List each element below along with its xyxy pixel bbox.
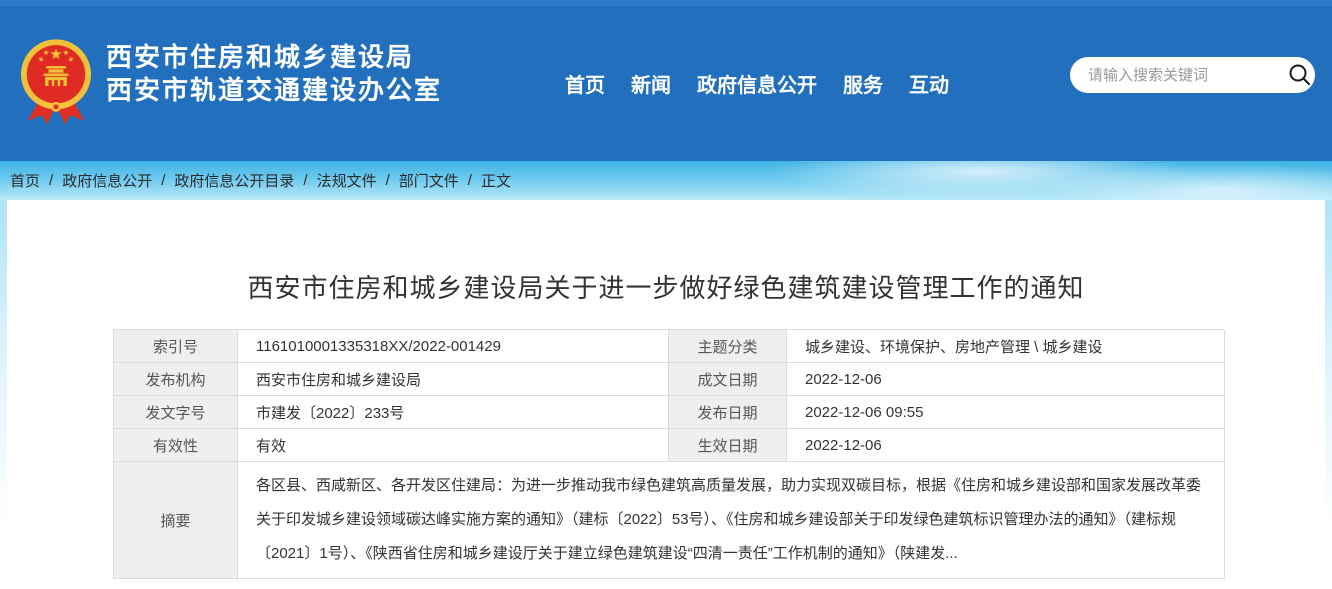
- site-header: 西安市住房和城乡建设局 西安市轨道交通建设办公室 首页 新闻 政府信息公开 服务…: [0, 0, 1332, 161]
- meta-label-validity: 有效性: [114, 429, 238, 462]
- site-title-line2: 西安市轨道交通建设办公室: [106, 74, 442, 107]
- nav-gov-info-disclosure[interactable]: 政府信息公开: [697, 69, 817, 98]
- nav-interaction[interactable]: 互动: [909, 69, 949, 98]
- search-button[interactable]: [1287, 57, 1315, 93]
- site-title: 西安市住房和城乡建设局 西安市轨道交通建设办公室: [106, 41, 442, 107]
- meta-label-publish-date: 发布日期: [669, 396, 787, 429]
- search-box: [1070, 57, 1315, 93]
- meta-value-abstract: 各区县、西咸新区、各开发区住建局：为进一步推动我市绿色建筑高质量发展，助力实现双…: [238, 462, 1225, 579]
- breadcrumb-separator: /: [303, 172, 307, 189]
- breadcrumb-home[interactable]: 首页: [10, 170, 40, 191]
- breadcrumb-band: 首页 / 政府信息公开 / 政府信息公开目录 / 法规文件 / 部门文件 / 正…: [0, 161, 1332, 200]
- breadcrumb-regulation-files[interactable]: 法规文件: [317, 170, 377, 191]
- header-top-strip: [0, 0, 1332, 6]
- breadcrumb-separator: /: [468, 172, 472, 189]
- nav-news[interactable]: 新闻: [631, 69, 671, 98]
- meta-value-issuing-agency: 西安市住房和城乡建设局: [238, 363, 669, 396]
- article-card: 西安市住房和城乡建设局关于进一步做好绿色建筑建设管理工作的通知 索引号 1161…: [7, 200, 1325, 589]
- national-emblem-logo: [14, 36, 98, 126]
- breadcrumb-gov-info[interactable]: 政府信息公开: [62, 170, 152, 191]
- meta-label-effective-date: 生效日期: [669, 429, 787, 462]
- search-icon: [1287, 62, 1313, 88]
- meta-label-topic-category: 主题分类: [669, 330, 787, 363]
- meta-label-issuing-agency: 发布机构: [114, 363, 238, 396]
- meta-label-written-date: 成文日期: [669, 363, 787, 396]
- meta-label-document-number: 发文字号: [114, 396, 238, 429]
- content-background: 西安市住房和城乡建设局关于进一步做好绿色建筑建设管理工作的通知 索引号 1161…: [0, 200, 1332, 589]
- meta-label-index-number: 索引号: [114, 330, 238, 363]
- breadcrumb: 首页 / 政府信息公开 / 政府信息公开目录 / 法规文件 / 部门文件 / 正…: [10, 161, 511, 200]
- breadcrumb-gov-info-catalog[interactable]: 政府信息公开目录: [174, 170, 294, 191]
- meta-value-effective-date: 2022-12-06: [787, 429, 1225, 462]
- nav-home[interactable]: 首页: [565, 69, 605, 98]
- page: 西安市住房和城乡建设局 西安市轨道交通建设办公室 首页 新闻 政府信息公开 服务…: [0, 0, 1332, 589]
- document-meta-table: 索引号 1161010001335318XX/2022-001429 主题分类 …: [113, 329, 1224, 579]
- meta-value-index-number: 1161010001335318XX/2022-001429: [238, 330, 669, 363]
- breadcrumb-separator: /: [49, 172, 53, 189]
- meta-value-document-number: 市建发〔2022〕233号: [238, 396, 669, 429]
- meta-value-publish-date: 2022-12-06 09:55: [787, 396, 1225, 429]
- main-nav: 首页 新闻 政府信息公开 服务 互动: [565, 69, 949, 98]
- national-emblem-icon: [14, 36, 98, 126]
- breadcrumb-department-files[interactable]: 部门文件: [399, 170, 459, 191]
- meta-value-topic-category: 城乡建设、环境保护、房地产管理 \ 城乡建设: [787, 330, 1225, 363]
- breadcrumb-separator: /: [161, 172, 165, 189]
- nav-services[interactable]: 服务: [843, 69, 883, 98]
- breadcrumb-current: 正文: [481, 170, 511, 191]
- breadcrumb-separator: /: [386, 172, 390, 189]
- meta-label-abstract: 摘要: [114, 462, 238, 579]
- meta-value-written-date: 2022-12-06: [787, 363, 1225, 396]
- meta-value-validity: 有效: [238, 429, 669, 462]
- search-input[interactable]: [1070, 57, 1287, 93]
- site-title-line1: 西安市住房和城乡建设局: [106, 41, 442, 74]
- document-title: 西安市住房和城乡建设局关于进一步做好绿色建筑建设管理工作的通知: [7, 200, 1325, 305]
